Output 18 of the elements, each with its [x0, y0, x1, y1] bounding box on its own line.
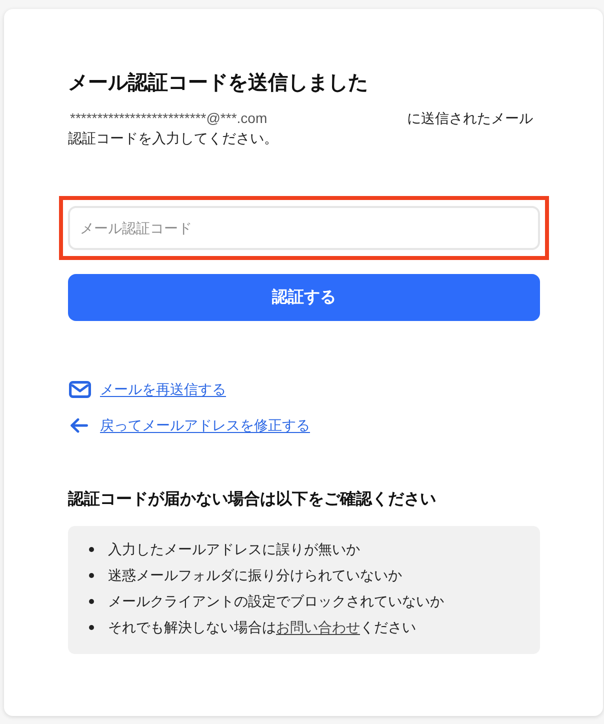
bullet-icon — [89, 546, 94, 552]
resend-link[interactable]: メールを再送信する — [100, 379, 226, 399]
checklist-item: 迷惑メールフォルダに振り分けられていないか — [108, 566, 402, 585]
instruction-text: *************************@***.com に送信されたメール認証コードを入力してください。 — [68, 109, 534, 148]
checklist-item: 入力したメールアドレスに誤りが無いか — [108, 540, 360, 559]
envelope-icon — [69, 380, 91, 398]
arrow-left-icon — [70, 418, 88, 432]
code-input-field[interactable]: メール認証コード — [68, 206, 540, 250]
contact-link[interactable]: お問い合わせ — [276, 619, 360, 635]
back-link[interactable]: 戻ってメールアドレスを修正する — [100, 415, 310, 435]
bullet-icon — [89, 598, 94, 604]
help-heading: 認証コードが届かない場合は以下をご確認ください — [68, 489, 437, 510]
checklist-item: それでも解決しない場合はお問い合わせ ください — [108, 618, 416, 637]
verify-button[interactable]: 認証する — [68, 274, 540, 321]
bullet-icon — [89, 572, 94, 578]
checklist-item: メールクライアントの設定でブロックされていないか — [108, 592, 444, 611]
page-title: メール認証コードを送信しました — [68, 71, 369, 95]
bullet-icon — [89, 624, 94, 630]
